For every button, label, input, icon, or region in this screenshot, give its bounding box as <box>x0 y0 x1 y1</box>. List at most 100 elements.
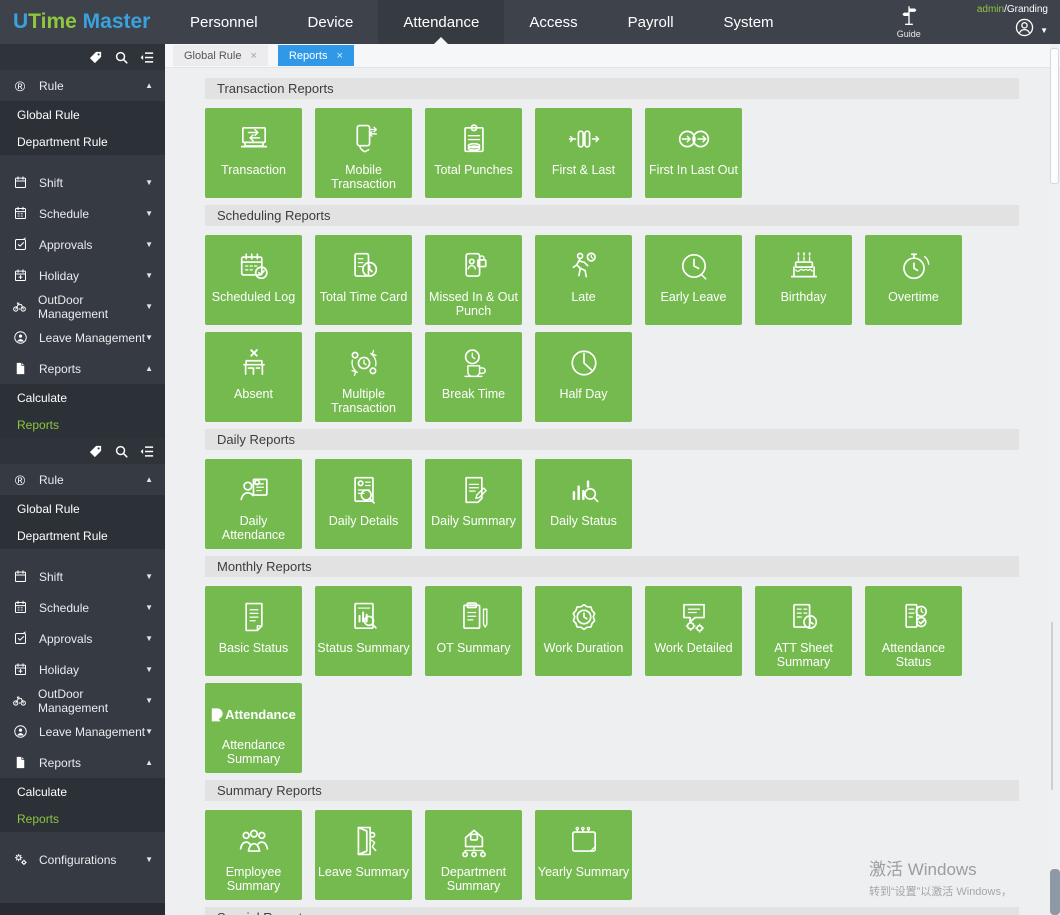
report-tile[interactable]: Missed In & Out Punch <box>425 235 522 325</box>
search-icon[interactable] <box>114 444 129 459</box>
tab[interactable]: Reports × <box>278 45 354 66</box>
guide-button[interactable]: Guide <box>897 5 921 39</box>
sidebar-item[interactable]: Holiday ▼ <box>0 654 165 685</box>
reports-icon <box>12 361 28 376</box>
report-tile[interactable]: Mobile Transaction <box>315 108 412 198</box>
sidebar-item[interactable]: Reports ▲ <box>0 747 165 778</box>
nav-item[interactable]: Payroll <box>603 0 699 44</box>
expand-arrow-icon: ▼ <box>145 665 153 674</box>
sidebar-item[interactable]: Global Rule <box>0 101 165 128</box>
report-tile[interactable]: Birthday <box>755 235 852 325</box>
sidebar-item[interactable]: Reports <box>0 805 165 832</box>
sidebar-item[interactable]: Calculate <box>0 778 165 805</box>
report-tile[interactable]: Attendance Status <box>865 586 962 676</box>
expand-arrow-icon: ▲ <box>145 364 153 373</box>
sidebar-item[interactable]: Leave Management ▼ <box>0 716 165 747</box>
tab-close-icon[interactable]: × <box>336 50 342 62</box>
report-tile[interactable]: Total Punches <box>425 108 522 198</box>
report-tile[interactable]: Total Time Card <box>315 235 412 325</box>
search-icon[interactable] <box>114 50 129 65</box>
list-icon[interactable] <box>140 444 155 459</box>
report-tile[interactable]: Work Duration <box>535 586 632 676</box>
tab-close-icon[interactable]: × <box>250 50 256 62</box>
page-scrollbar-thumb[interactable] <box>1050 869 1060 915</box>
tab[interactable]: Global Rule × <box>173 45 268 66</box>
nav-item[interactable]: Personnel <box>165 0 283 44</box>
nav-item-label: System <box>724 14 774 31</box>
sidebar-item[interactable]: Department Rule <box>0 128 165 155</box>
scrollbar-thumb[interactable] <box>1050 48 1059 184</box>
tile-grid: Basic Status Status Summary OT Summary <box>205 586 1040 780</box>
nav-item[interactable]: System <box>699 0 799 44</box>
sidebar-item[interactable]: Approvals ▼ <box>0 623 165 654</box>
reports-icon <box>12 755 28 770</box>
sidebar-item[interactable]: Department Rule <box>0 522 165 549</box>
report-tile[interactable]: Half Day <box>535 332 632 422</box>
sidebar-item[interactable]: Configurations ▼ <box>0 844 165 875</box>
sidebar-item[interactable]: Reports ▲ <box>0 353 165 384</box>
nav-item[interactable]: Access <box>504 0 602 44</box>
multiple-transaction-icon <box>345 342 383 384</box>
sidebar-item[interactable]: Reports <box>0 411 165 438</box>
attendance-status-icon <box>895 596 933 638</box>
sidebar-item[interactable]: Global Rule <box>0 495 165 522</box>
sidebar-item[interactable]: Holiday ▼ <box>0 260 165 291</box>
report-tile[interactable]: Status Summary <box>315 586 412 676</box>
report-tile[interactable]: Daily Status <box>535 459 632 549</box>
list-icon[interactable] <box>140 50 155 65</box>
sidebar-item[interactable]: Shift ▼ <box>0 167 165 198</box>
expand-arrow-icon: ▼ <box>145 302 153 311</box>
report-tile[interactable]: Attendance Attendance Summary <box>205 683 302 773</box>
sidebar-item[interactable]: Shift ▼ <box>0 561 165 592</box>
report-tile[interactable]: Yearly Summary <box>535 810 632 900</box>
report-tile[interactable]: Department Summary <box>425 810 522 900</box>
sidebar-item-label: Calculate <box>17 785 67 799</box>
report-tile[interactable]: Early Leave <box>645 235 742 325</box>
tab-label: Reports <box>289 50 328 62</box>
report-tile[interactable]: Overtime <box>865 235 962 325</box>
report-tile[interactable]: Break Time <box>425 332 522 422</box>
calendar-icon <box>12 175 28 190</box>
tag-icon[interactable] <box>88 444 103 459</box>
tag-icon[interactable] <box>88 50 103 65</box>
daily-summary-icon <box>455 469 493 511</box>
tile-label: First & Last <box>550 163 617 177</box>
report-tile[interactable]: First & Last <box>535 108 632 198</box>
scheduled-log-icon <box>235 245 273 287</box>
report-tile[interactable]: Basic Status <box>205 586 302 676</box>
report-tile[interactable]: Daily Summary <box>425 459 522 549</box>
sidebar-item[interactable]: Approvals ▼ <box>0 229 165 260</box>
account-name: admin/Granding <box>977 4 1048 15</box>
inner-scrollbar[interactable] <box>1051 622 1053 790</box>
employee-summary-icon <box>235 820 273 862</box>
report-tile[interactable]: Employee Summary <box>205 810 302 900</box>
nav-item[interactable]: Device <box>283 0 379 44</box>
report-tile[interactable]: Scheduled Log <box>205 235 302 325</box>
report-tile[interactable]: ATT Sheet Summary <box>755 586 852 676</box>
report-tile[interactable]: Work Detailed <box>645 586 742 676</box>
report-tile[interactable]: First In Last Out <box>645 108 742 198</box>
report-tile[interactable]: Late <box>535 235 632 325</box>
expand-arrow-icon: ▲ <box>145 758 153 767</box>
report-tile[interactable]: OT Summary <box>425 586 522 676</box>
section-header: Transaction Reports <box>205 78 1019 99</box>
sidebar-item[interactable]: ® Rule ▲ <box>0 464 165 495</box>
nav-item[interactable]: Attendance <box>378 0 504 44</box>
sidebar-item[interactable]: Calculate <box>0 384 165 411</box>
sidebar-item[interactable]: Leave Management ▼ <box>0 322 165 353</box>
section-header: Scheduling Reports <box>205 205 1019 226</box>
user-menu-button[interactable]: ▼ <box>1014 17 1048 43</box>
section-title: Summary Reports <box>217 783 322 798</box>
report-tile[interactable]: Daily Attendance <box>205 459 302 549</box>
sidebar-item[interactable]: Schedule ▼ <box>0 592 165 623</box>
sidebar-item[interactable]: Schedule ▼ <box>0 198 165 229</box>
sidebar-item[interactable]: OutDoor Management ▼ <box>0 685 165 716</box>
report-tile[interactable]: Absent <box>205 332 302 422</box>
report-tile[interactable]: Transaction <box>205 108 302 198</box>
report-tile[interactable]: Multiple Transaction <box>315 332 412 422</box>
expand-arrow-icon: ▼ <box>145 333 153 342</box>
sidebar-item[interactable]: ® Rule ▲ <box>0 70 165 101</box>
sidebar-item[interactable]: OutDoor Management ▼ <box>0 291 165 322</box>
report-tile[interactable]: Leave Summary <box>315 810 412 900</box>
report-tile[interactable]: Daily Details <box>315 459 412 549</box>
